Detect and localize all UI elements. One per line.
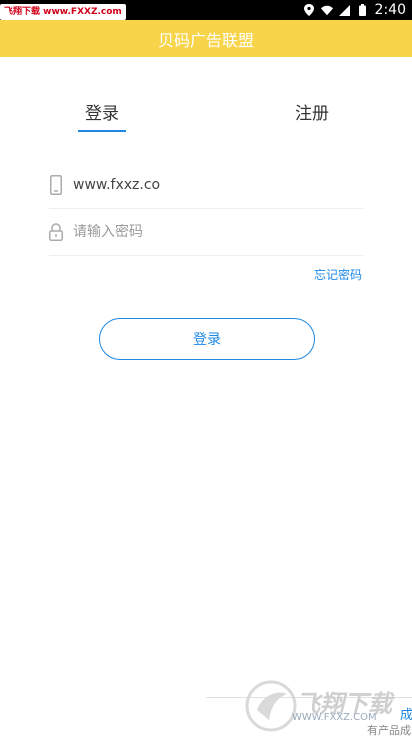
app-bar: 贝码广告联盟 (0, 20, 412, 57)
tab-login-label: 登录 (85, 104, 119, 124)
forgot-password-link[interactable]: 忘记密码 (314, 266, 362, 283)
phone-field (49, 162, 363, 209)
location-icon (303, 4, 315, 16)
login-button-label: 登录 (193, 332, 221, 348)
auth-tabs: 登录 注册 (0, 95, 412, 135)
password-field (49, 209, 363, 256)
tab-login[interactable]: 登录 (78, 95, 126, 135)
status-icons: 2:40 (303, 0, 406, 20)
app-title: 贝码广告联盟 (157, 30, 254, 50)
phone-input[interactable] (73, 177, 333, 193)
status-bar: 飞翔下载 www.FXXZ.com 2:40 (0, 0, 412, 20)
cut-text: 成 (400, 708, 412, 723)
active-tab-indicator (78, 130, 126, 132)
watermark-url: WWW.FXXZ.COM (292, 712, 377, 723)
battery-icon (357, 4, 369, 16)
watermark-label: 飞翔下载 www.FXXZ.com (0, 4, 126, 20)
wifi-icon (320, 4, 333, 16)
signal-icon (339, 4, 351, 16)
cut-text-secondary: 有产品成 (367, 724, 411, 737)
password-input[interactable] (73, 224, 333, 240)
tab-register-label: 注册 (295, 104, 329, 124)
login-button[interactable]: 登录 (99, 318, 315, 360)
clock: 2:40 (374, 2, 406, 18)
lock-icon (49, 221, 63, 243)
tab-register[interactable]: 注册 (286, 95, 338, 135)
phone-icon (49, 174, 63, 196)
